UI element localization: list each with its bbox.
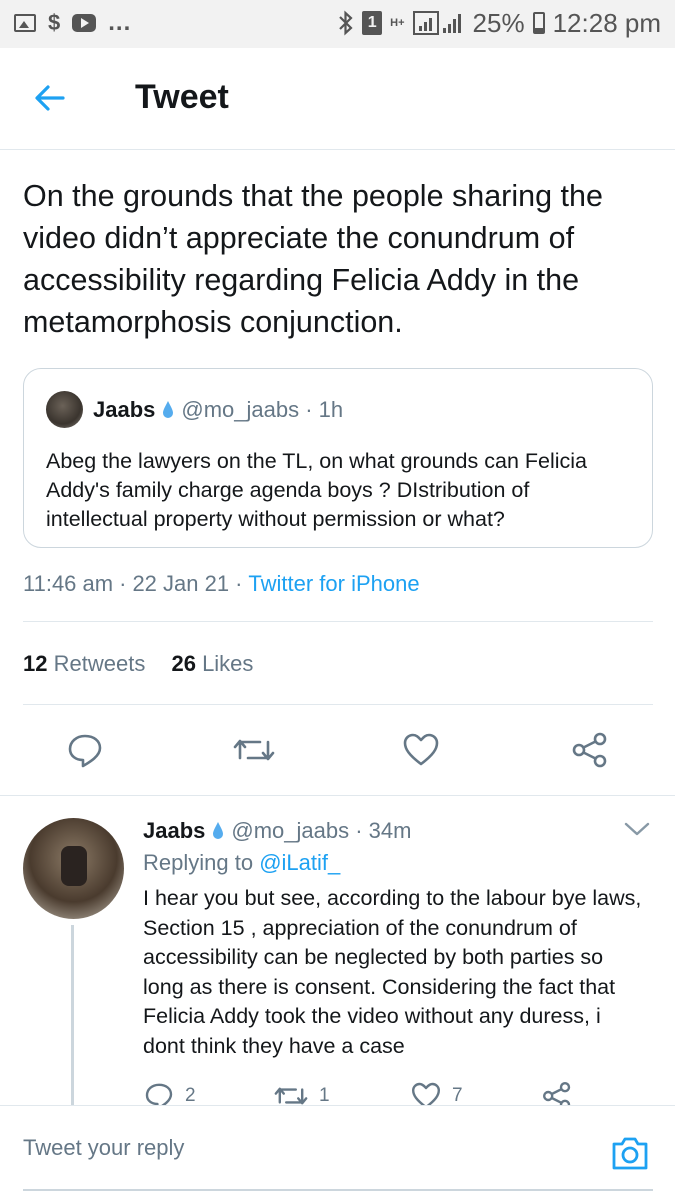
divider [0, 795, 675, 796]
share-button[interactable] [570, 730, 610, 770]
tweet-options-button[interactable] [624, 818, 650, 840]
replying-to-mention[interactable]: @iLatif_ [259, 850, 340, 875]
reply-count: 2 [185, 1085, 196, 1106]
camera-icon [612, 1137, 648, 1170]
back-button[interactable] [30, 78, 70, 118]
likes-stat[interactable]: 26 Likes [171, 651, 253, 676]
status-indicators: 1 H+ 25% 12:28 pm [338, 8, 661, 38]
like-count: 7 [452, 1085, 463, 1106]
author-name[interactable]: Jaabs [143, 818, 205, 844]
comment-icon [68, 734, 102, 768]
clock: 12:28 pm [552, 7, 661, 38]
avatar[interactable] [46, 391, 83, 428]
author-handle: @mo_jaabs · 34m [231, 818, 412, 843]
battery-icon [532, 12, 545, 34]
likes-count: 26 [171, 651, 196, 676]
reply-button[interactable] [65, 730, 105, 770]
author-handle: @mo_jaabs · 1h [181, 397, 344, 422]
thread-line [71, 925, 74, 1105]
status-notifications: $ ... [14, 9, 132, 36]
reply-compose-bar [0, 1105, 675, 1190]
tweet-action-bar [0, 720, 675, 780]
tweet-date: 22 Jan 21 [132, 571, 230, 596]
author-name[interactable]: Jaabs [93, 397, 155, 423]
retweets-stat[interactable]: 12 Retweets [23, 651, 145, 676]
retweet-icon [233, 739, 275, 761]
retweet-count: 1 [319, 1085, 330, 1106]
signal-icon [412, 10, 465, 36]
tweet-stats: 12 Retweets 26 Likes [23, 651, 253, 677]
bottom-divider [23, 1189, 653, 1191]
likes-label: Likes [202, 651, 254, 676]
tweet-source-link[interactable]: Twitter for iPhone [248, 571, 419, 596]
replying-to: Replying to @iLatif_ [143, 850, 340, 876]
status-bar: $ ... 1 H+ 25% 12:28 pm [0, 0, 675, 48]
divider [23, 621, 653, 622]
replying-to-label: Replying to [143, 850, 254, 875]
retweets-label: Retweets [53, 651, 146, 676]
divider [23, 704, 653, 705]
reply-text: I hear you but see, according to the lab… [143, 886, 642, 1058]
youtube-notification-icon [72, 14, 97, 32]
reply-author: Jaabs @mo_jaabs · 34m [143, 818, 411, 844]
gallery-notification-icon [14, 14, 36, 32]
like-button[interactable] [401, 730, 441, 770]
network-type-label: H+ [390, 16, 405, 29]
chevron-down-icon [624, 822, 650, 836]
quoted-tweet-author: Jaabs @mo_jaabs · 1h [93, 397, 343, 423]
avatar[interactable] [23, 818, 124, 919]
quoted-tweet-text: Abeg the lawyers on the TL, on what grou… [46, 449, 588, 531]
water-drop-icon [163, 401, 174, 418]
tweet-timestamp: 11:46 am · 22 Jan 21 · Twitter for iPhone [23, 571, 420, 596]
sim-slot-badge: 1 [362, 11, 383, 35]
battery-percent: 25% [472, 7, 525, 38]
arrow-left-icon [35, 85, 65, 111]
dollar-notification-icon: $ [48, 10, 61, 35]
retweets-count: 12 [23, 651, 48, 676]
app-header: Tweet [0, 48, 675, 150]
reply-input[interactable] [23, 1128, 543, 1168]
heart-icon [403, 733, 439, 766]
tweet-text: On the grounds that the people sharing t… [23, 179, 603, 339]
camera-button[interactable] [610, 1134, 650, 1172]
more-notifications-indicator: ... [108, 9, 132, 36]
tweet-time: 11:46 am [23, 571, 114, 596]
retweet-button[interactable] [232, 730, 275, 770]
water-drop-icon [213, 822, 224, 839]
page-title: Tweet [135, 78, 229, 116]
share-icon [572, 732, 607, 768]
bluetooth-icon [338, 10, 354, 36]
quoted-tweet-card[interactable]: Jaabs @mo_jaabs · 1h Abeg the lawyers on… [23, 368, 653, 548]
